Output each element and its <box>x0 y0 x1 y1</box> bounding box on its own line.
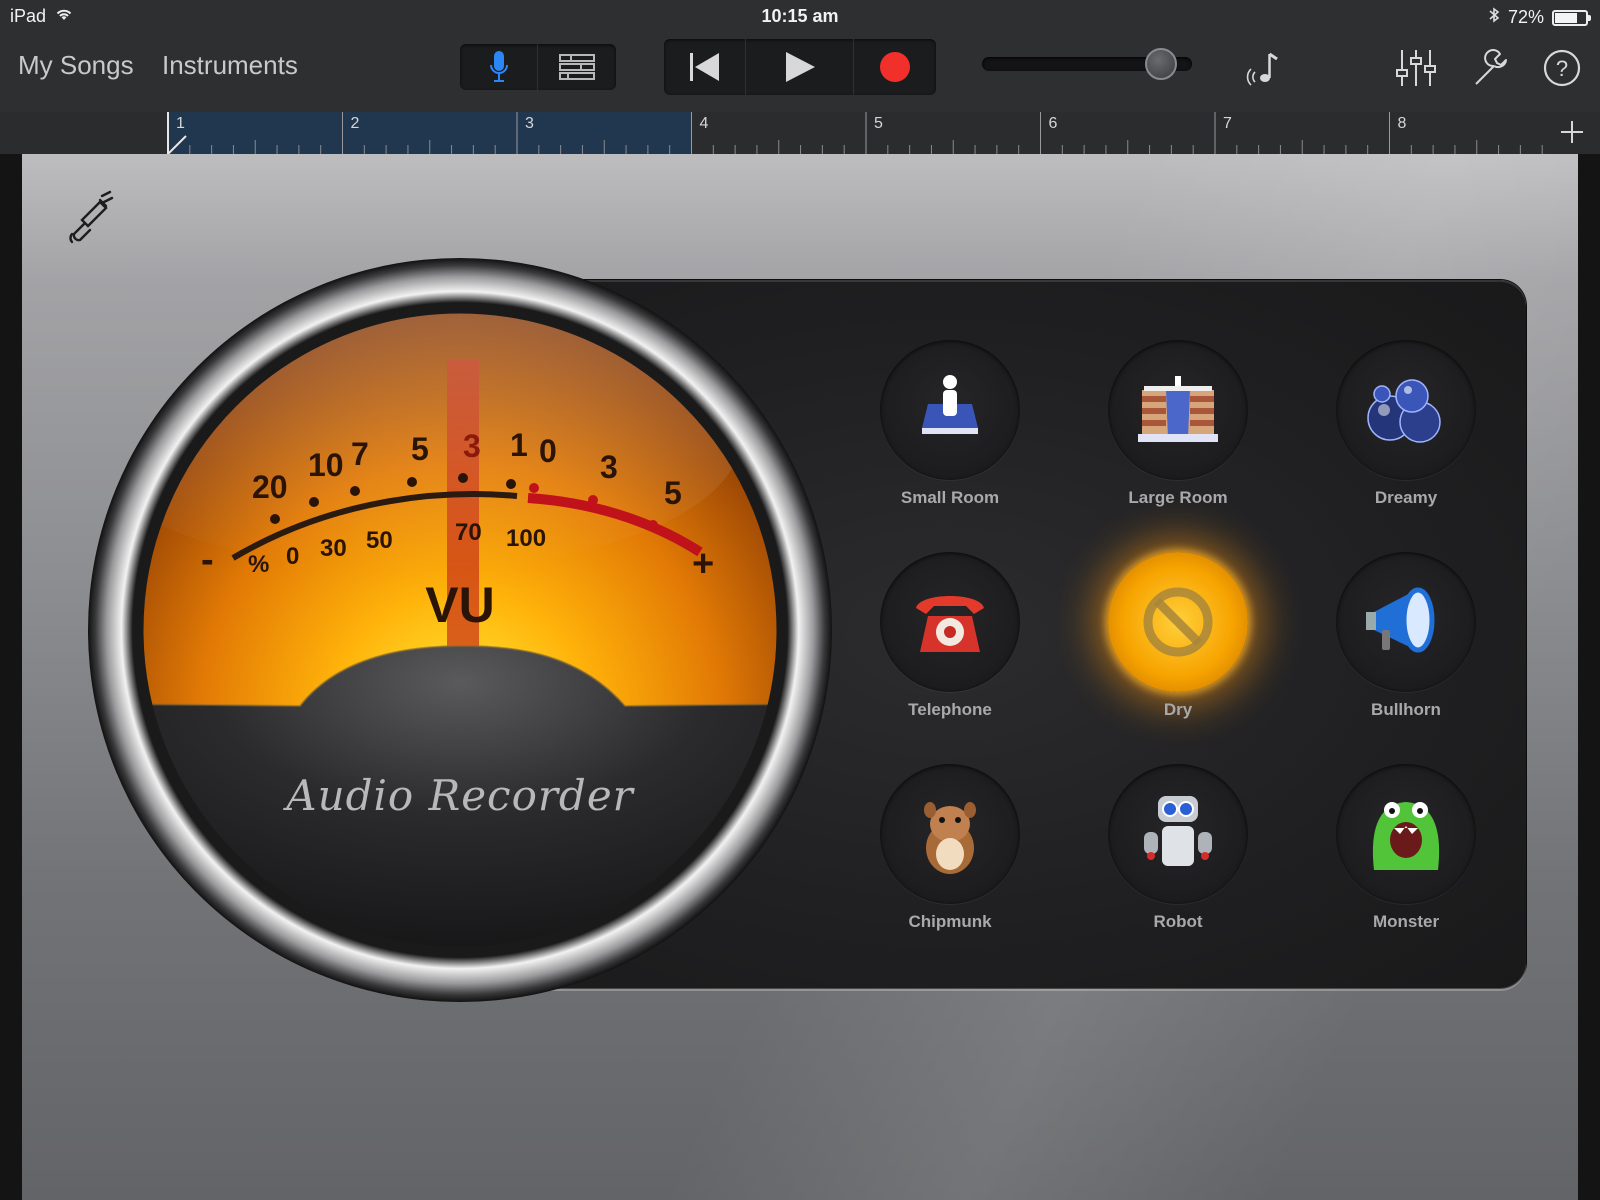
go-to-beginning-icon <box>689 53 719 81</box>
status-bar: iPad 10:15 am 72% <box>0 0 1600 32</box>
vu-percent-label: 100 <box>506 525 546 552</box>
timeline-ruler[interactable]: 12345678 <box>0 112 1600 154</box>
vu-title: VU <box>425 577 494 633</box>
audio-jack-icon <box>69 190 114 244</box>
effect-robot-button[interactable]: Robot <box>1088 764 1268 964</box>
vu-scale-dot <box>309 497 319 507</box>
toolbar: My Songs Instruments ? <box>0 32 1600 112</box>
vu-scale-dot <box>350 486 360 496</box>
ruler-bar-number: 8 <box>1397 115 1407 132</box>
microphone-icon <box>489 51 508 82</box>
effect-label: Large Room <box>1128 488 1228 507</box>
mixer-icon <box>1396 50 1436 86</box>
tracks-view-icon <box>559 54 595 80</box>
vu-scale-dot <box>648 520 658 530</box>
vu-minus-sign: - <box>201 539 214 581</box>
ruler-bar-number: 5 <box>874 115 883 132</box>
add-section-button[interactable] <box>1556 116 1588 148</box>
input-settings-button[interactable] <box>64 190 116 250</box>
transport-controls <box>664 39 936 95</box>
vu-percent-label: 50 <box>366 527 393 554</box>
battery-icon <box>1552 9 1591 26</box>
plus-icon <box>1561 121 1583 143</box>
vu-scale-dot <box>529 483 539 493</box>
vu-db-label: 5 <box>664 475 682 511</box>
vu-percent-sign: % <box>248 551 269 578</box>
settings-button[interactable] <box>1470 46 1514 90</box>
view-switcher <box>460 44 616 90</box>
help-button[interactable]: ? <box>1540 46 1584 90</box>
device-name: iPad <box>10 6 47 26</box>
effect-label: Small Room <box>900 488 1000 507</box>
help-icon: ? <box>1543 49 1581 87</box>
ruler-bar-number: 2 <box>350 115 360 132</box>
effect-large-room-button[interactable]: Large Room <box>1088 340 1268 540</box>
instrument-stage: Small Room Large Room Dreamy Telephone Dry Bu… <box>0 154 1600 1200</box>
vu-db-label: 3 <box>463 428 481 464</box>
vu-scale-dot <box>458 473 468 483</box>
ruler-bar-number: 6 <box>1048 115 1058 132</box>
effect-label: Chipmunk <box>908 912 992 931</box>
playhead-marker[interactable] <box>166 112 188 154</box>
effect-monster-button[interactable]: Monster <box>1316 764 1496 964</box>
effect-telephone-button[interactable]: Telephone <box>860 552 1040 752</box>
record-icon <box>880 52 910 82</box>
effect-dry-button[interactable]: Dry <box>1088 552 1268 752</box>
vu-scale-dot <box>588 495 598 505</box>
tracks-view-button[interactable] <box>538 44 616 90</box>
settings-wrench-icon <box>1475 49 1507 85</box>
vu-scale-dot <box>506 479 516 489</box>
vu-db-label: 5 <box>411 431 429 467</box>
effect-dreamy-button[interactable]: Dreamy <box>1316 340 1496 540</box>
effect-label: Telephone <box>908 700 992 719</box>
bluetooth-icon <box>1488 6 1500 29</box>
vu-percent-label: 70 <box>455 519 482 546</box>
effect-label: Dreamy <box>1374 488 1438 507</box>
vu-scale-dot <box>270 514 280 524</box>
ruler-bar-number: 3 <box>525 115 534 132</box>
status-time: 10:15 am <box>761 6 839 26</box>
effect-label: Robot <box>1153 912 1203 931</box>
garageband-audio-recorder: iPad 10:15 am 72% My Songs Instruments ?… <box>0 0 1600 1200</box>
instruments-button[interactable]: Instruments <box>162 50 298 81</box>
vu-percent-label: 0 <box>286 543 299 570</box>
ruler-bar-number: 4 <box>699 115 709 132</box>
vu-scale-dot <box>407 477 417 487</box>
vu-brand: Audio Recorder <box>282 771 635 820</box>
vu-db-label: 10 <box>308 447 344 483</box>
record-button[interactable] <box>854 39 936 95</box>
ruler-bar-number: 7 <box>1223 115 1232 132</box>
metronome-icon <box>1246 52 1278 86</box>
vu-percent-label: 30 <box>320 535 347 562</box>
vu-db-label: 0 <box>539 433 557 469</box>
wifi-icon <box>54 6 74 27</box>
effect-chipmunk-button[interactable]: Chipmunk <box>860 764 1040 964</box>
vu-db-label: 3 <box>600 449 618 485</box>
vu-plus-sign: + <box>692 543 714 585</box>
metronome-button[interactable] <box>1241 46 1285 90</box>
svg-text:?: ? <box>1556 56 1568 81</box>
vu-db-label: 1 <box>510 427 528 463</box>
effect-label: Monster <box>1372 912 1440 931</box>
my-songs-button[interactable]: My Songs <box>18 50 134 81</box>
vu-db-label: 7 <box>351 436 369 472</box>
master-volume-knob[interactable] <box>1145 48 1178 80</box>
effect-label: Bullhorn <box>1371 700 1441 719</box>
mixer-button[interactable] <box>1394 46 1438 90</box>
instrument-view-button[interactable] <box>460 44 538 90</box>
play-icon <box>785 52 815 82</box>
go-to-beginning-button[interactable] <box>664 39 746 95</box>
effect-label: Dry <box>1163 700 1193 719</box>
battery-percent: 72% <box>1507 7 1544 27</box>
vu-meter: - + % 2010 7 5 3 1 0 35 0 30 50 70 100 VU Audio Re… <box>88 258 832 1002</box>
effect-small-room-button[interactable]: Small Room <box>860 340 1040 540</box>
play-button[interactable] <box>746 39 854 95</box>
vu-db-label: 20 <box>252 469 288 505</box>
ruler-ticks <box>167 112 1543 154</box>
effect-bullhorn-button[interactable]: Bullhorn <box>1316 552 1496 752</box>
